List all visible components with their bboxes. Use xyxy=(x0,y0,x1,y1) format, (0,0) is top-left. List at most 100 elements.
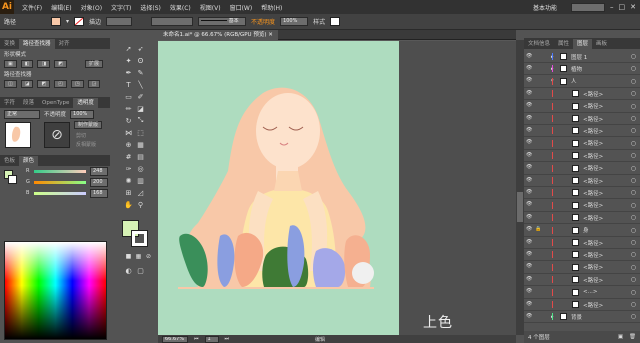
lock-icon[interactable] xyxy=(535,152,543,160)
direct-selection-tool-icon[interactable]: ➶ xyxy=(136,44,145,53)
lock-icon[interactable] xyxy=(535,164,543,172)
artboard-tool-icon[interactable]: ⊞ xyxy=(124,188,133,197)
first-artboard-icon[interactable]: ⏮ xyxy=(194,336,199,342)
target-icon[interactable]: ○ xyxy=(631,301,636,308)
blend-tool-icon[interactable]: ◎ xyxy=(136,164,145,173)
opacity-input[interactable]: 100% xyxy=(280,17,309,26)
eye-icon[interactable]: 👁 xyxy=(526,53,534,61)
eye-icon[interactable]: 👁 xyxy=(526,288,534,296)
channel-g-slider[interactable] xyxy=(34,181,86,184)
layer-row[interactable]: 👁▸植物○ xyxy=(524,63,640,76)
layer-row[interactable]: 👁▸背景○ xyxy=(524,311,640,324)
target-icon[interactable]: ○ xyxy=(631,289,636,296)
tab-transform[interactable]: 变换 xyxy=(0,39,19,49)
line-tool-icon[interactable]: ╲ xyxy=(136,80,145,89)
canvas[interactable]: 上色 xyxy=(158,40,516,335)
toolbox-stroke-swatch[interactable] xyxy=(131,230,148,247)
layer-row[interactable]: 👁 <路径> ○ xyxy=(524,187,640,200)
zoom-select[interactable]: 66.67% xyxy=(162,335,188,343)
eye-icon[interactable]: 👁 xyxy=(526,65,534,73)
mesh-tool-icon[interactable]: # xyxy=(124,152,133,161)
perspective-grid-tool-icon[interactable]: ▦ xyxy=(136,140,145,149)
lasso-tool-icon[interactable]: ʘ xyxy=(136,56,145,65)
layer-row[interactable]: 👁 <路径> ○ xyxy=(524,150,640,163)
trim-button[interactable]: ◪ xyxy=(20,80,34,88)
lock-icon[interactable] xyxy=(535,77,543,85)
eye-icon[interactable]: 👁 xyxy=(526,214,534,222)
free-transform-tool-icon[interactable]: ⬚ xyxy=(136,128,145,137)
menu-window[interactable]: 窗口(W) xyxy=(230,3,253,12)
tab-artboards[interactable]: 画板 xyxy=(592,39,611,49)
lock-icon[interactable] xyxy=(535,177,543,185)
gradient-mode-icon[interactable]: ▦ xyxy=(134,252,143,261)
rectangle-tool-icon[interactable]: ▭ xyxy=(124,92,133,101)
menu-edit[interactable]: 编辑(E) xyxy=(51,3,71,12)
target-icon[interactable]: ○ xyxy=(631,313,636,320)
lock-icon[interactable] xyxy=(535,65,543,73)
layer-row[interactable]: 👁 <路径> ○ xyxy=(524,163,640,175)
color-mode-icon[interactable]: ■ xyxy=(124,252,133,261)
lock-icon[interactable] xyxy=(535,301,543,309)
target-icon[interactable]: ○ xyxy=(631,115,636,122)
lock-icon[interactable] xyxy=(535,214,543,222)
zoom-tool-icon[interactable]: ⚲ xyxy=(136,200,145,209)
maximize-button[interactable]: □ xyxy=(619,3,626,11)
channel-b-slider[interactable] xyxy=(34,192,86,195)
lock-icon[interactable] xyxy=(535,239,543,247)
layer-row[interactable]: 👁 <路径> ○ xyxy=(524,125,640,138)
eye-icon[interactable]: 👁 xyxy=(526,189,534,197)
lock-icon[interactable] xyxy=(535,263,543,271)
stroke-swatch[interactable] xyxy=(74,17,85,26)
channel-r-slider[interactable] xyxy=(34,170,86,173)
target-icon[interactable]: ○ xyxy=(631,202,636,209)
lock-icon[interactable]: 🔒 xyxy=(535,226,543,234)
lock-icon[interactable] xyxy=(535,313,543,321)
stroke-style-select[interactable]: 基本 xyxy=(198,17,247,26)
target-icon[interactable]: ○ xyxy=(631,177,636,184)
paintbrush-tool-icon[interactable]: ✐ xyxy=(136,92,145,101)
layer-row[interactable]: 👁 <路径> ○ xyxy=(524,237,640,249)
layer-row[interactable]: 👁 🔒 身 ○ xyxy=(524,225,640,237)
opacity-label[interactable]: 不透明度 xyxy=(251,17,275,26)
lock-icon[interactable] xyxy=(535,90,543,98)
eye-icon[interactable]: 👁 xyxy=(526,127,534,135)
menu-view[interactable]: 视图(V) xyxy=(200,3,221,12)
variable-width-select[interactable] xyxy=(151,17,194,26)
color-spectrum[interactable] xyxy=(4,241,107,340)
eye-icon[interactable]: 👁 xyxy=(526,301,534,309)
layer-row[interactable]: 👁 <路径> ○ xyxy=(524,175,640,187)
eye-icon[interactable]: 👁 xyxy=(526,164,534,172)
eyedropper-tool-icon[interactable]: ✑ xyxy=(124,164,133,173)
target-icon[interactable]: ○ xyxy=(631,276,636,283)
none-mode-icon[interactable]: ⊘ xyxy=(144,252,153,261)
new-layer-icon[interactable]: ▣ xyxy=(618,334,623,340)
lock-icon[interactable] xyxy=(535,276,543,284)
eye-icon[interactable]: 👁 xyxy=(526,313,534,321)
menu-object[interactable]: 对象(O) xyxy=(81,3,102,12)
minus-back-button[interactable]: ◲ xyxy=(87,80,101,88)
pencil-tool-icon[interactable]: ✏ xyxy=(124,104,133,113)
transparency-opacity-input[interactable]: 100% xyxy=(70,109,95,119)
target-icon[interactable]: ○ xyxy=(631,152,636,159)
eye-icon[interactable]: 👁 xyxy=(526,139,534,147)
layer-row[interactable]: 👁 <路径> ○ xyxy=(524,138,640,150)
layer-row[interactable]: 👁 <路径> ○ xyxy=(524,212,640,225)
make-mask-button[interactable]: 制作蒙版 xyxy=(74,121,103,129)
tab-attributes[interactable]: 属性 xyxy=(554,39,573,49)
color-stroke-swatch[interactable] xyxy=(8,175,17,184)
fill-swatch[interactable] xyxy=(51,17,62,26)
width-tool-icon[interactable]: ⋈ xyxy=(124,128,133,137)
artboard[interactable] xyxy=(158,41,399,335)
lock-icon[interactable] xyxy=(535,189,543,197)
vertical-scrollbar[interactable] xyxy=(516,40,524,335)
target-icon[interactable]: ○ xyxy=(631,103,636,110)
menu-help[interactable]: 帮助(H) xyxy=(261,3,282,12)
eye-icon[interactable]: 👁 xyxy=(526,152,534,160)
search-input[interactable] xyxy=(571,2,605,12)
menu-select[interactable]: 选择(S) xyxy=(140,3,161,12)
lock-icon[interactable] xyxy=(535,127,543,135)
lock-icon[interactable] xyxy=(535,115,543,123)
rotate-tool-icon[interactable]: ↻ xyxy=(124,116,133,125)
tab-character[interactable]: 字符 xyxy=(0,98,19,108)
target-icon[interactable]: ○ xyxy=(631,214,636,221)
